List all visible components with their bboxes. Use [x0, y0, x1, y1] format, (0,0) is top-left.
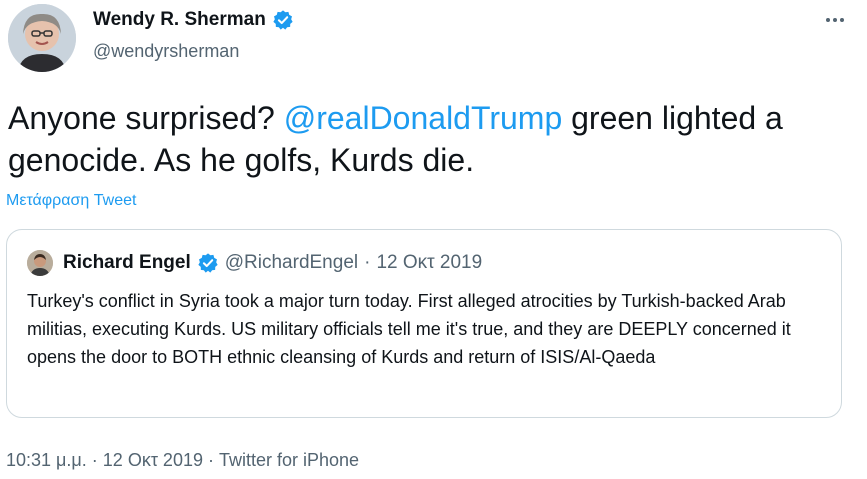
separator-dot: · [86, 450, 103, 470]
verified-badge-icon [272, 9, 294, 31]
tweet-time[interactable]: 10:31 μ.μ. [6, 450, 87, 470]
author-handle[interactable]: @wendyrsherman [93, 41, 239, 62]
author-name[interactable]: Wendy R. Sherman [93, 9, 294, 31]
quoted-tweet-text: Turkey's conflict in Syria took a major … [27, 291, 791, 367]
mention-link[interactable]: @realDonaldTrump [284, 100, 563, 136]
tweet-text: Anyone surprised? @realDonaldTrump green… [8, 97, 858, 181]
separator-dot: · [202, 450, 219, 470]
quoted-author-name: Richard Engel [63, 252, 191, 273]
tweet: Wendy R. Sherman @wendyrsherman Anyone s… [0, 0, 867, 479]
author-name-label: Wendy R. Sherman [93, 9, 266, 30]
quoted-author-avatar [27, 250, 53, 276]
quoted-date: 12 Οκτ 2019 [376, 252, 483, 273]
translate-tweet-link[interactable]: Μετάφραση Tweet [6, 192, 136, 210]
tweet-source[interactable]: Twitter for iPhone [219, 450, 359, 470]
tweet-text-part: Anyone surprised? [8, 100, 284, 136]
verified-badge-icon [197, 252, 219, 274]
tweet-metadata: 10:31 μ.μ. · 12 Οκτ 2019 · Twitter for i… [6, 450, 359, 471]
more-horizontal-icon[interactable] [823, 8, 847, 38]
quoted-tweet[interactable]: Richard Engel @RichardEngel · 12 Οκτ 201… [6, 229, 842, 418]
quoted-header: Richard Engel @RichardEngel · 12 Οκτ 201… [63, 252, 482, 274]
separator-dot: · [364, 252, 371, 273]
quoted-author-handle: @RichardEngel [224, 252, 359, 273]
tweet-date[interactable]: 12 Οκτ 2019 [103, 450, 203, 470]
author-avatar[interactable] [8, 4, 76, 72]
